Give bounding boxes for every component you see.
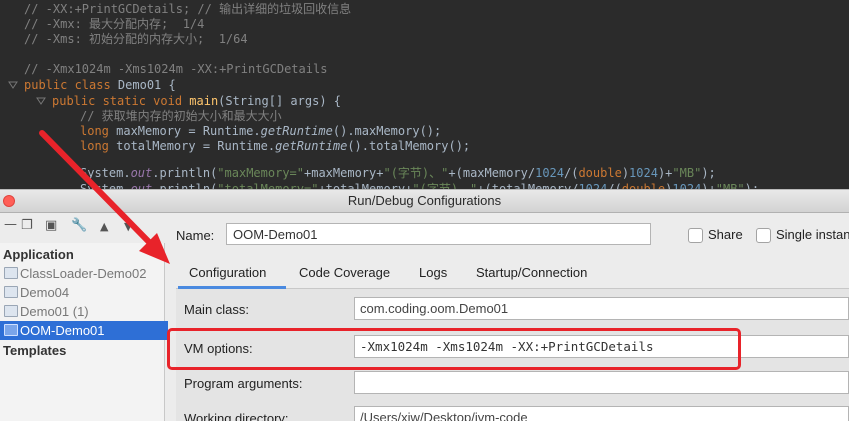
configuration-panel: Main class: com.coding.oom.Demo01 VM opt… <box>176 289 849 421</box>
program-arguments-label: Program arguments: <box>184 376 303 391</box>
main-class-label: Main class: <box>184 302 250 317</box>
tab-startup-connection[interactable]: Startup/Connection <box>476 265 587 280</box>
arrow-up-icon[interactable]: ▲ <box>100 220 108 234</box>
vm-options-label: VM options: <box>184 341 253 356</box>
application-config-icon <box>4 324 18 336</box>
share-checkbox[interactable] <box>688 228 703 243</box>
tree-group-application[interactable]: Application <box>0 245 167 264</box>
wrench-icon[interactable]: 🔧 <box>71 219 87 233</box>
tab-logs[interactable]: Logs <box>419 265 447 280</box>
application-config-icon <box>4 286 18 298</box>
dialog-title: Run/Debug Configurations <box>347 193 502 208</box>
vm-options-input[interactable]: -Xmx1024m -Xms1024m -XX:+PrintGCDetails <box>354 335 849 358</box>
application-config-icon <box>4 267 18 279</box>
save-icon[interactable]: ▣ <box>45 219 57 233</box>
tree-item-demo04[interactable]: Demo04 <box>0 283 168 302</box>
dialog-titlebar[interactable]: Run/Debug Configurations <box>0 190 849 213</box>
tree-group-templates[interactable]: Templates <box>0 341 167 360</box>
name-input[interactable]: OOM-Demo01 <box>226 223 651 245</box>
fold-marker-icon[interactable] <box>8 80 18 90</box>
code-line: // -Xms: 初始分配的内存大小; 1/64 <box>24 32 248 46</box>
name-label: Name: <box>176 228 215 243</box>
tree-item-demo01-1[interactable]: Demo01 (1) <box>0 302 168 321</box>
single-instance-label: Single instan <box>776 227 849 242</box>
main-class-input[interactable]: com.coding.oom.Demo01 <box>354 297 849 320</box>
config-tabs: Configuration Code Coverage Logs Startup… <box>176 260 849 289</box>
single-instance-checkbox[interactable] <box>756 228 771 243</box>
code-editor[interactable]: // -XX:+PrintGCDetails; // 输出详细的垃圾回收信息 /… <box>0 0 849 196</box>
run-debug-configurations-dialog: Run/Debug Configurations — ❐ ▣ 🔧 ▲ ▼ App… <box>0 189 849 421</box>
tab-code-coverage[interactable]: Code Coverage <box>299 265 390 280</box>
tree-item-classloader-demo02[interactable]: ClassLoader-Demo02 <box>0 264 168 283</box>
tree-item-oom-demo01[interactable]: OOM-Demo01 <box>0 321 168 340</box>
tab-configuration[interactable]: Configuration <box>189 265 266 280</box>
application-config-icon <box>4 305 18 317</box>
config-toolbar: — ❐ ▣ 🔧 ▲ ▼ <box>0 213 164 239</box>
code-line: long totalMemory = Runtime.getRuntime().… <box>80 139 471 153</box>
program-arguments-input[interactable] <box>354 371 849 394</box>
arrow-down-icon[interactable]: ▼ <box>124 220 132 234</box>
share-label: Share <box>708 227 743 242</box>
fold-marker-icon[interactable] <box>36 96 46 106</box>
minus-icon[interactable]: — <box>4 218 17 232</box>
copy-icon[interactable]: ❐ <box>21 219 33 233</box>
working-directory-input[interactable]: /Users/xiw/Desktop/jvm-code <box>354 406 849 421</box>
configuration-tree[interactable]: Application ClassLoader-Demo02 Demo04 De… <box>0 243 168 421</box>
